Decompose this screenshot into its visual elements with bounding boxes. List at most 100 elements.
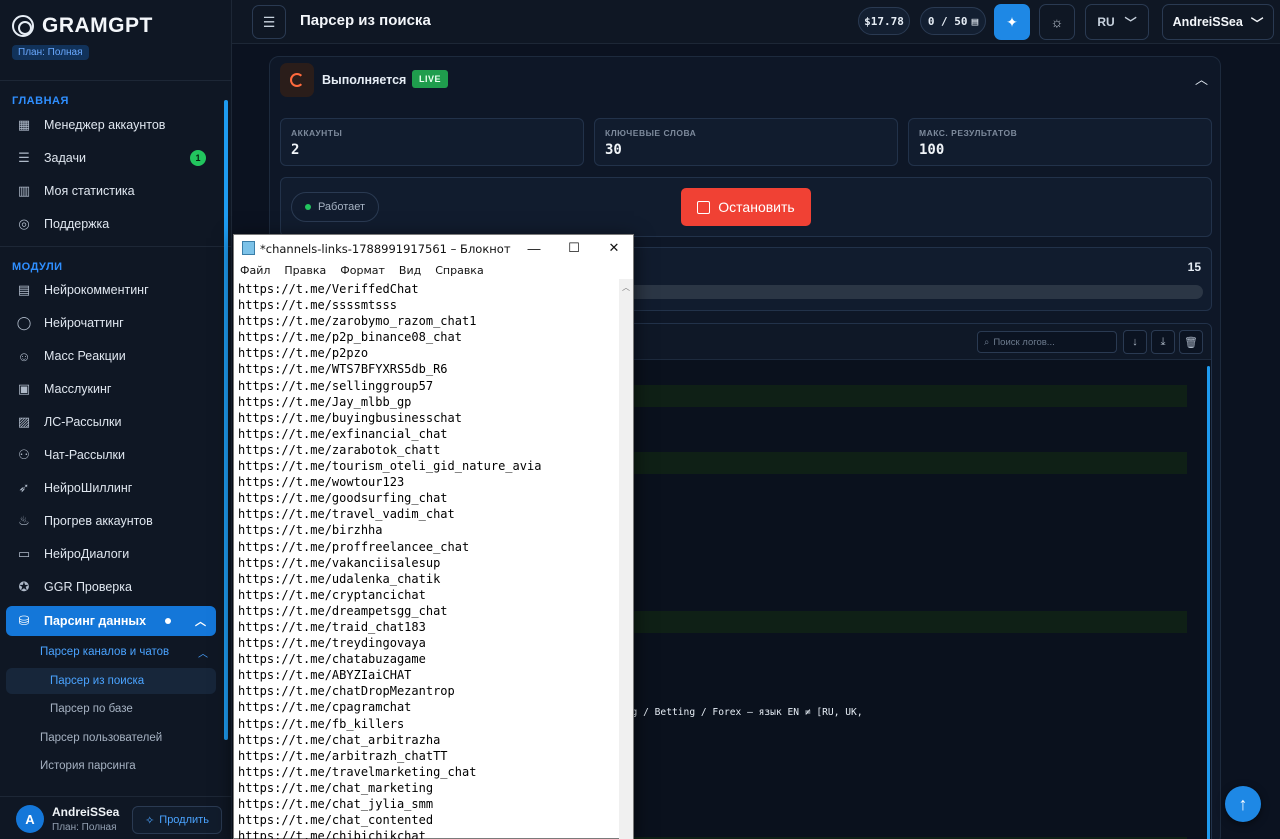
account-menu[interactable]: AndreiSSea ﹀ bbox=[1162, 4, 1274, 40]
sub-group-label: Парсер каналов и чатов bbox=[40, 646, 170, 658]
nav-neurochatting[interactable]: ◯ Нейрочаттинг bbox=[6, 308, 216, 338]
nav-account-warmup[interactable]: ♨ Прогрев аккаунтов bbox=[6, 506, 216, 536]
logs-scrollbar-thumb[interactable] bbox=[1207, 366, 1210, 839]
brand-logo[interactable]: GRAMGPT bbox=[12, 14, 153, 38]
search-icon: ⌕ bbox=[984, 336, 990, 348]
log-search-input[interactable]: ⌕ Поиск логов... bbox=[977, 331, 1117, 353]
grid-icon: ▦ bbox=[17, 117, 31, 132]
notepad-line: https://t.me/treydingovaya bbox=[238, 636, 426, 651]
collapse-panel-button[interactable]: ︿ bbox=[1195, 69, 1208, 88]
menu-file[interactable]: Файл bbox=[240, 264, 270, 277]
nav-masslooking[interactable]: ▣ Масслукинг bbox=[6, 374, 216, 404]
trash-icon: 🗑 bbox=[1184, 336, 1198, 349]
notepad-line: https://t.me/exfinancial_chat bbox=[238, 426, 448, 441]
notepad-line: https://t.me/birzhha bbox=[238, 523, 383, 538]
download-icon: ⤓ bbox=[1160, 335, 1166, 348]
notepad-line: https://t.me/p2pzo bbox=[238, 346, 369, 361]
nav-dm-mailing[interactable]: ▨ ЛС-Рассылки bbox=[6, 407, 216, 437]
ai-sparkle-button[interactable]: ✦ bbox=[994, 4, 1030, 40]
nav-chat-mailing[interactable]: ⚇ Чат-Рассылки bbox=[6, 440, 216, 470]
stop-button[interactable]: Остановить bbox=[681, 188, 811, 226]
nav-channels-parser-group[interactable]: Парсер каналов и чатов bbox=[40, 646, 169, 658]
notepad-window: *channels-links-1788991917561 – Блокнот … bbox=[233, 234, 634, 839]
notepad-line: https://t.me/buyingbusinesschat bbox=[238, 410, 462, 425]
nav-neuroshilling[interactable]: ➶ НейроШиллинг bbox=[6, 473, 216, 503]
scroll-up-arrow-icon[interactable]: ︿ bbox=[622, 282, 630, 293]
nav-users-parser[interactable]: Парсер пользователей bbox=[40, 732, 162, 744]
nav-label: Чат-Рассылки bbox=[44, 448, 125, 462]
notepad-line: https://t.me/ssssmtsss bbox=[238, 298, 397, 313]
quota-value: 0 / 50 bbox=[927, 14, 968, 28]
nav-search-parser[interactable]: Парсер из поиска bbox=[6, 668, 216, 694]
stat-value: 100 bbox=[919, 142, 945, 158]
balance-pill[interactable]: $17.78 bbox=[858, 7, 910, 35]
avatar[interactable]: A bbox=[16, 805, 44, 833]
sparkle-icon: ✦ bbox=[1006, 13, 1018, 30]
close-button[interactable]: ✕ bbox=[594, 238, 634, 258]
maximize-button[interactable]: ☐ bbox=[554, 238, 594, 258]
notepad-line: https://t.me/ABYZIaiCHAT bbox=[238, 668, 412, 683]
notepad-line: https://t.me/chat_arbitrazha bbox=[238, 732, 441, 747]
nav-my-stats[interactable]: ▥ Моя статистика bbox=[6, 176, 216, 206]
notepad-scrollbar[interactable] bbox=[619, 279, 633, 839]
notepad-line: https://t.me/travelmarketing_chat bbox=[238, 764, 477, 779]
user-plan: План: Полная bbox=[52, 822, 117, 833]
scroll-to-top-button[interactable]: ↑ bbox=[1225, 786, 1261, 822]
nav-tasks[interactable]: ☰ Задачи 1 bbox=[6, 143, 216, 173]
notepad-line: https://t.me/proffreelancee_chat bbox=[238, 539, 470, 554]
nav-label: НейроДиалоги bbox=[44, 547, 130, 561]
menu-edit[interactable]: Правка bbox=[284, 264, 326, 277]
section-main-title: ГЛАВНАЯ bbox=[12, 95, 69, 107]
notepad-titlebar[interactable]: *channels-links-1788991917561 – Блокнот … bbox=[234, 235, 633, 261]
theme-toggle-button[interactable]: ☼ bbox=[1039, 4, 1075, 40]
sub-item-label: Парсер пользователей bbox=[40, 732, 163, 744]
notepad-line: https://t.me/p2p_binance08_chat bbox=[238, 330, 462, 345]
menu-toggle-button[interactable]: ☰ bbox=[252, 5, 286, 39]
quota-pill[interactable]: 0 / 50 ▤ bbox=[920, 7, 986, 35]
notepad-menubar: Файл Правка Формат Вид Справка bbox=[234, 261, 633, 279]
nav-support[interactable]: ◎ Поддержка bbox=[6, 209, 216, 239]
nav-ggr-check[interactable]: ✪ GGR Проверка bbox=[6, 572, 216, 602]
list-icon: ☰ bbox=[18, 150, 30, 165]
monitor-icon: ▣ bbox=[17, 381, 31, 396]
working-status-pill: Работает bbox=[291, 192, 379, 222]
lifebuoy-icon: ◎ bbox=[18, 216, 30, 231]
notepad-line: https://t.me/vakanciisalesup bbox=[238, 555, 441, 570]
notepad-line: https://t.me/chatDropMezantrop bbox=[238, 684, 455, 699]
sun-icon: ☼ bbox=[1050, 14, 1064, 30]
sidebar-scrollbar-thumb[interactable] bbox=[224, 100, 228, 740]
nav-mass-reactions[interactable]: ☺ Масс Реакции bbox=[6, 341, 216, 371]
nav-data-parsing[interactable]: ⛁ Парсинг данных ︿ bbox=[6, 606, 216, 636]
nav-neurodialogs[interactable]: ▭ НейроДиалоги bbox=[6, 539, 216, 569]
extend-plan-button[interactable]: ✧ Продлить bbox=[132, 806, 222, 834]
nav-base-parser[interactable]: Парсер по базе bbox=[50, 703, 133, 715]
scroll-down-button[interactable]: ↓ bbox=[1123, 330, 1147, 354]
nav-parsing-history[interactable]: История парсинга bbox=[40, 760, 136, 772]
nav-accounts-manager[interactable]: ▦ Менеджер аккаунтов bbox=[6, 110, 216, 140]
language-select[interactable]: RU ﹀ bbox=[1085, 4, 1149, 40]
chevron-up-icon[interactable]: ︿ bbox=[198, 645, 208, 660]
star-badge-icon: ✪ bbox=[18, 579, 30, 594]
clear-logs-button[interactable]: 🗑 bbox=[1179, 330, 1203, 354]
user-name: AndreiSSea bbox=[52, 805, 120, 819]
notepad-line: https://t.me/sellinggroup57 bbox=[238, 378, 434, 393]
stat-keywords: КЛЮЧЕВЫЕ СЛОВА 30 bbox=[594, 118, 898, 166]
menu-icon: ☰ bbox=[262, 13, 276, 30]
plan-badge: План: Полная bbox=[12, 45, 89, 60]
section-modules-title: МОДУЛИ bbox=[12, 261, 63, 273]
menu-format[interactable]: Формат bbox=[340, 264, 385, 277]
control-box: Работает Остановить bbox=[280, 177, 1212, 237]
stat-value: 30 bbox=[605, 142, 622, 158]
sparkle-icon: ✧ bbox=[145, 814, 155, 827]
menu-view[interactable]: Вид bbox=[399, 264, 421, 277]
minimize-button[interactable]: — bbox=[514, 238, 554, 258]
nav-label: Парсинг данных bbox=[44, 614, 147, 628]
task-status-title: Выполняется bbox=[322, 73, 407, 87]
notepad-line: https://t.me/zarabotok_chatt bbox=[238, 442, 441, 457]
download-logs-button[interactable]: ⤓ bbox=[1151, 330, 1175, 354]
top-header: ☰ Парсер из поиска $17.78 0 / 50 ▤ ✦ ☼ RU… bbox=[232, 0, 1280, 44]
menu-help[interactable]: Справка bbox=[435, 264, 483, 277]
nav-neurocommenting[interactable]: ▤ Нейрокомментинг bbox=[6, 275, 216, 305]
notepad-text-area[interactable]: https://t.me/VeriffedChat https://t.me/ss… bbox=[238, 281, 618, 839]
chevron-up-icon: ︿ bbox=[1194, 72, 1208, 87]
